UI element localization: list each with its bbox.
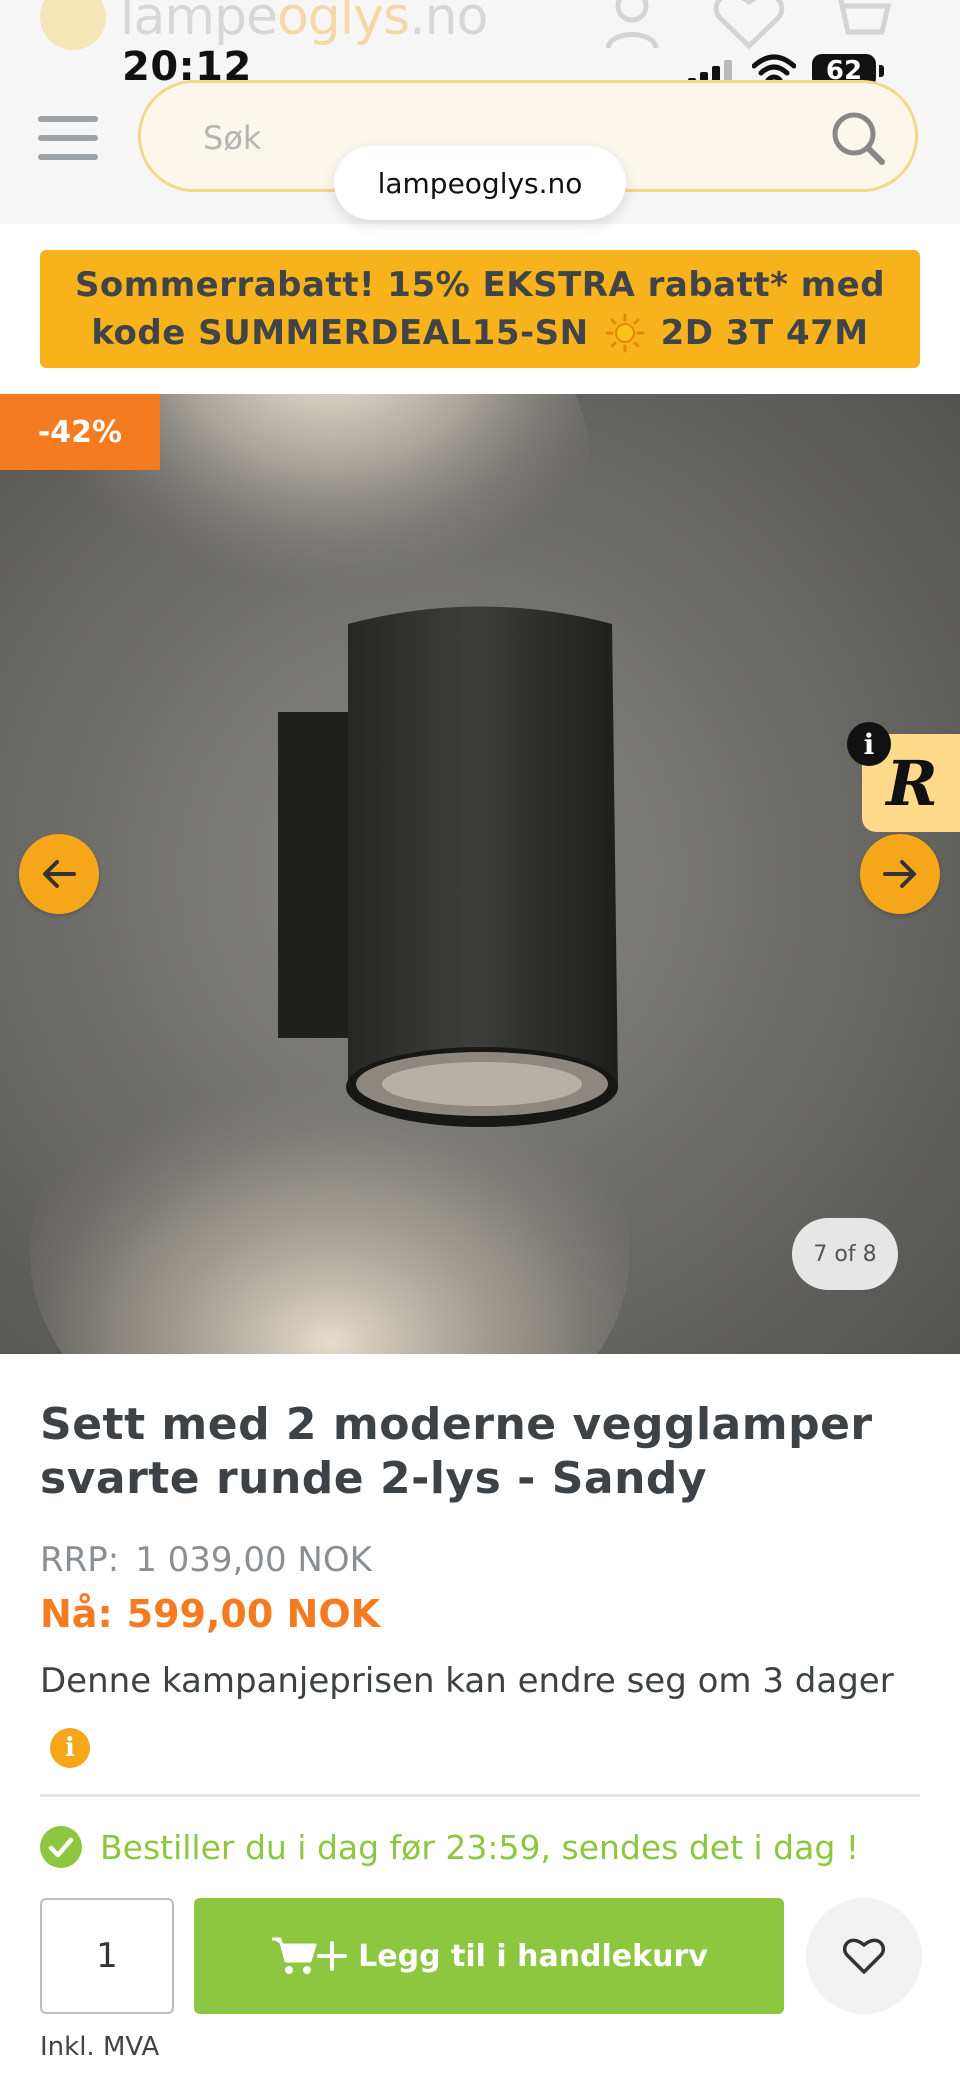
site-logo[interactable]: lampeoglys.no	[40, 0, 488, 52]
reviews-info-icon[interactable]: i	[847, 722, 891, 766]
vat-note: Inkl. MVA	[40, 2032, 160, 2062]
menu-button[interactable]	[38, 116, 98, 160]
campaign-note: Denne kampanjeprisen kan endre seg om 3 …	[40, 1652, 920, 1768]
gallery-prev-button[interactable]	[19, 834, 99, 914]
browser-url-pill[interactable]: lampeoglys.no	[334, 146, 626, 220]
logo-mark-icon	[40, 0, 106, 50]
rrp-price: RRP: 1 039,00 NOK	[40, 1540, 372, 1580]
arrow-left-icon	[43, 860, 76, 888]
price-value: 599,00 NOK	[126, 1592, 381, 1636]
product-title: Sett med 2 moderne vegglamper svarte run…	[40, 1399, 873, 1504]
campaign-note-text: Denne kampanjeprisen kan endre seg om 3 …	[40, 1661, 894, 1701]
sun-icon	[605, 313, 645, 353]
gallery-counter: 7 of 8	[792, 1218, 898, 1290]
discount-badge: -42%	[0, 394, 160, 470]
menu-icon-bar	[38, 135, 98, 141]
rrp-label: RRP:	[40, 1540, 120, 1580]
promo-code: kode SUMMERDEAL15-SN	[91, 313, 589, 353]
promo-line-2: kode SUMMERDEAL15-SN 2D 3T 47M	[91, 309, 868, 357]
product-image	[0, 394, 960, 1354]
menu-icon-bar	[38, 154, 98, 160]
check-circle-icon	[40, 1826, 82, 1868]
shipping-text: Bestiller du i dag før 23:59, sendes det…	[100, 1827, 860, 1867]
info-icon[interactable]: i	[50, 1728, 90, 1768]
promo-countdown: 2D 3T 47M	[660, 313, 869, 353]
arrow-right-icon	[883, 860, 916, 888]
wishlist-button[interactable]	[806, 1898, 922, 2014]
search-icon[interactable]	[829, 109, 887, 167]
promo-banner[interactable]: Sommerrabatt! 15% EKSTRA rabatt* med kod…	[40, 250, 920, 368]
add-to-cart-label: Legg til i handlekurv	[358, 1938, 708, 1974]
site-header: lampeoglys.no 20:12 62 lampeoglys.no	[0, 0, 960, 224]
menu-icon-bar	[38, 116, 98, 122]
price-label: Nå:	[40, 1592, 113, 1636]
rrp-value: 1 039,00 NOK	[135, 1540, 372, 1580]
cart-icon[interactable]	[826, 0, 892, 52]
logo-text: lampeoglys.no	[120, 0, 488, 47]
current-price: Nå: 599,00 NOK	[40, 1592, 380, 1636]
shipping-notice: Bestiller du i dag før 23:59, sendes det…	[40, 1826, 859, 1868]
quantity-input[interactable]: 1	[40, 1898, 174, 2014]
heart-icon[interactable]	[712, 0, 786, 50]
product-image-gallery[interactable]	[0, 394, 960, 1354]
gallery-next-button[interactable]	[860, 834, 940, 914]
heart-icon	[842, 1938, 886, 1974]
cart-plus-icon	[272, 1937, 348, 1974]
divider	[40, 1794, 920, 1797]
promo-line-1: Sommerrabatt! 15% EKSTRA rabatt* med	[74, 265, 886, 305]
add-to-cart-button[interactable]: Legg til i handlekurv	[194, 1898, 784, 2014]
user-icon[interactable]	[606, 0, 670, 50]
